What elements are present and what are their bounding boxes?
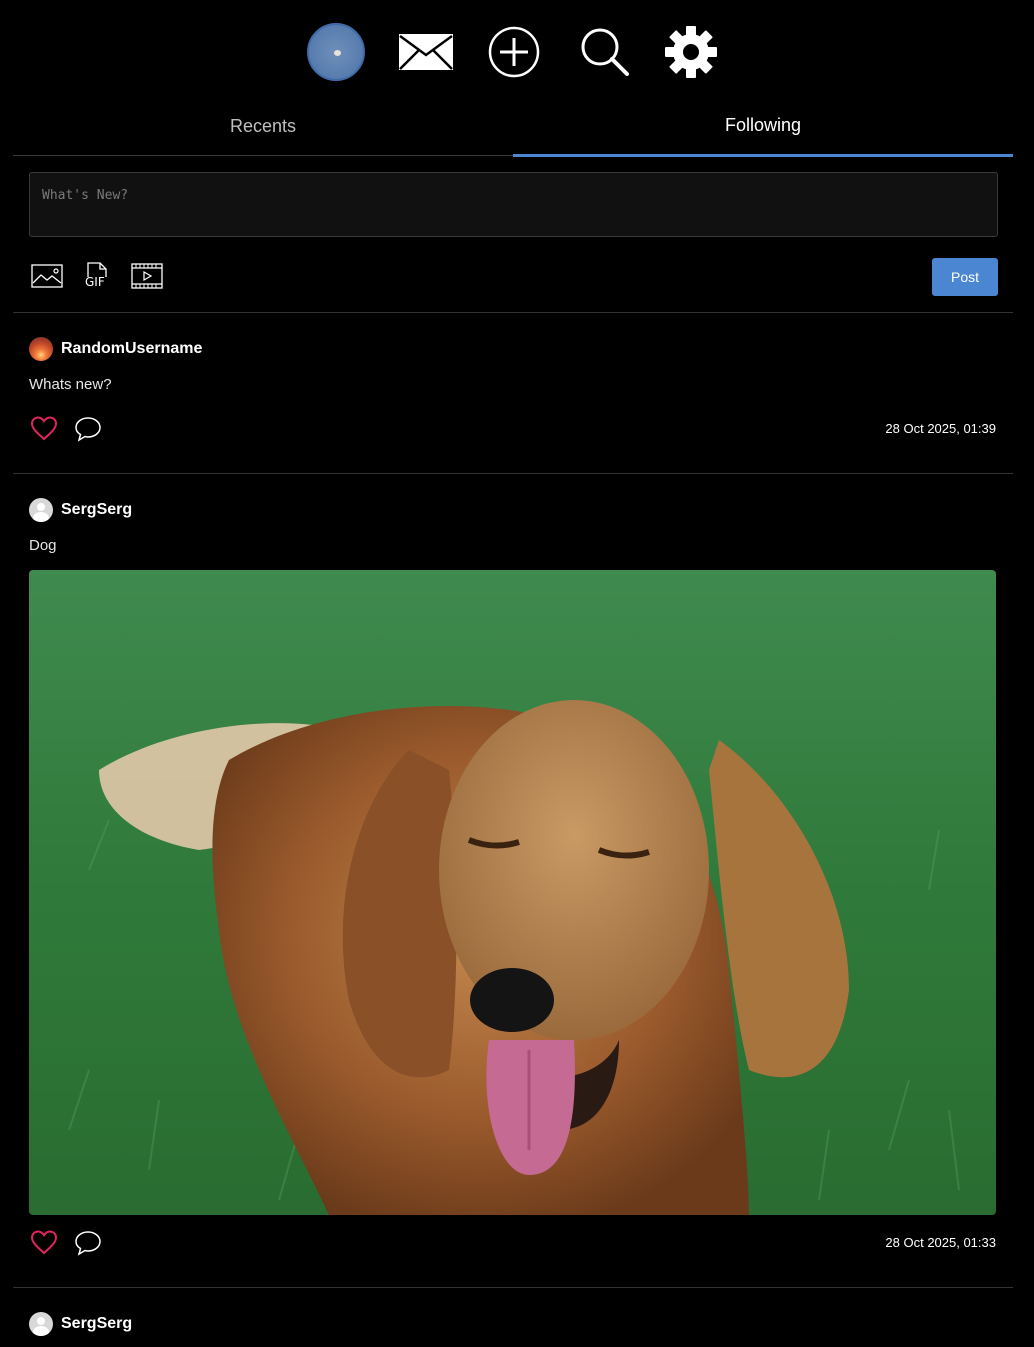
search-button[interactable] — [575, 23, 633, 81]
post-text: Dog — [29, 537, 57, 554]
composer-toolbar: GIF Post — [29, 258, 998, 298]
new-post-button[interactable] — [485, 23, 543, 81]
gear-icon — [665, 26, 717, 78]
heart-icon[interactable] — [30, 415, 58, 443]
settings-button[interactable] — [662, 23, 720, 81]
post-username[interactable]: SergSerg — [61, 1315, 132, 1333]
search-icon — [581, 28, 629, 76]
user-avatar[interactable] — [29, 1312, 53, 1336]
post-actions: 28 Oct 2025, 01:33 — [29, 1229, 998, 1259]
messages-button[interactable] — [397, 23, 455, 81]
divider — [13, 473, 1013, 474]
user-avatar[interactable] — [29, 498, 53, 522]
post-header: SergSerg — [29, 498, 998, 522]
heart-icon[interactable] — [30, 1229, 58, 1257]
image-icon[interactable] — [31, 261, 63, 291]
comment-icon[interactable] — [74, 415, 102, 443]
gif-label: GIF — [85, 275, 105, 289]
composer-box — [29, 172, 998, 237]
dog-photo — [29, 570, 996, 1215]
post-image[interactable] — [29, 570, 996, 1215]
post-header: RandomUsername — [29, 337, 998, 361]
avatar-dot — [334, 50, 341, 56]
tab-recents[interactable]: Recents — [13, 104, 513, 155]
tab-following[interactable]: Following — [513, 104, 1013, 157]
post-button[interactable]: Post — [932, 258, 998, 296]
post-username[interactable]: SergSerg — [61, 501, 132, 519]
feed-tabs: Recents Following — [13, 104, 1013, 157]
post-username[interactable]: RandomUsername — [61, 340, 202, 358]
post-actions: 28 Oct 2025, 01:39 — [29, 415, 998, 445]
top-nav — [0, 0, 1034, 104]
gif-button[interactable]: GIF — [84, 261, 110, 291]
post-timestamp: 28 Oct 2025, 01:39 — [885, 421, 996, 436]
post-timestamp: 28 Oct 2025, 01:33 — [885, 1235, 996, 1250]
divider — [13, 1287, 1013, 1288]
divider — [13, 312, 1013, 313]
comment-icon[interactable] — [74, 1229, 102, 1257]
mail-icon — [399, 34, 453, 70]
video-icon[interactable] — [131, 261, 163, 291]
post-text: Whats new? — [29, 376, 112, 393]
plus-circle-icon — [488, 26, 540, 78]
post-card: SergSerg Dog 28 Oct 2025, 01:33 — [29, 498, 998, 1259]
profile-avatar[interactable] — [307, 23, 365, 81]
user-avatar[interactable] — [29, 337, 53, 361]
post-header: SergSerg — [29, 1312, 998, 1336]
whats-new-input[interactable] — [30, 173, 997, 236]
post-card: RandomUsername Whats new? 28 Oct 2025, 0… — [29, 337, 998, 445]
post-card: SergSerg — [29, 1312, 998, 1336]
app: Recents Following GIF — [0, 0, 1034, 1347]
